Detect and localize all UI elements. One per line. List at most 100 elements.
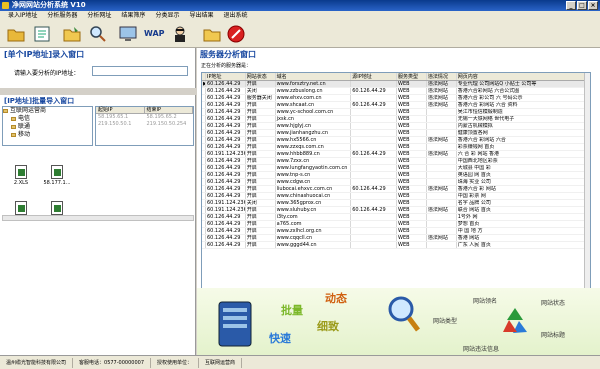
table-cell: 60.191.124.236 [206,207,246,213]
table-cell: WEB [397,158,427,164]
col-violation[interactable]: 违法情况 [427,73,457,80]
minimize-button[interactable]: _ [566,1,576,10]
table-row[interactable]: 60.126.44.29 开启 www.chinashuocai.cn WEB 中国 彩… [202,193,590,200]
monitor-icon[interactable] [118,24,138,44]
open-file-icon[interactable] [62,24,82,44]
close-button[interactable]: × [588,1,598,10]
table-row[interactable]: 58.195.65.1 58.195.65.2 [96,114,193,121]
table-cell: liubocai.ehxvc.com.cn [276,186,352,192]
banner-word: 细致 [317,320,339,333]
tree-item[interactable]: 移动 [3,131,92,139]
table-row[interactable]: 60.126.44.29 开启 www.zxlhcl.org.cn WEB 中 国 地 … [202,228,590,235]
col-content[interactable]: 网页内容 [457,73,590,80]
status-license: 授权使用单位： [151,357,200,368]
table-cell: 香港六合彩网站 六合公式图 [457,88,590,94]
table-row[interactable]: 60.126.44.29 开启 www.gggd44.cn WEB 广东 人民 首页 [202,242,590,249]
table-row[interactable]: 60.126.44.29 开启 www.hx5566.cn WEB 违法网站 香港六合 彩… [202,137,590,144]
label-site-title: 网站标题 [541,332,566,339]
table-cell [427,130,457,136]
table-row[interactable]: 60.126.44.29 开启 www.hjglyj.cn WEB 内蒙古机械模拟 [202,123,590,130]
table-cell: 60.126.44.29 [351,207,397,213]
table-cell: www.cqqcll.cn [276,235,352,241]
table-cell: www.zzbuslong.cn [276,88,352,94]
table-cell: WEB [397,81,427,87]
table-cell [427,144,457,150]
tree-item[interactable]: 电信 [3,115,92,123]
table-cell: 60.191.124.236 [206,151,246,157]
menu-import-ip[interactable]: 录入IP地址 [3,11,42,21]
table-row[interactable]: 60.126.44.29 开启 jxsk.cn WEB 无锡一大铁网络 世代电子 [202,116,590,123]
ip-input[interactable] [92,66,188,76]
horizontal-scrollbar[interactable] [2,215,194,221]
stop-icon[interactable] [226,24,246,44]
col-domain[interactable]: 域名 [276,73,352,80]
menu-classify[interactable]: 分类显示 [150,11,184,21]
col-start-ip[interactable]: 起始IP [96,107,145,113]
table-row[interactable]: 60.126.44.29 开启 liubocai.ehxvc.com.cn 60.12… [202,186,590,193]
tree-root[interactable]: 互联网运营商 [3,107,92,115]
table-row[interactable]: 60.126.44.29 开启 www.zzxqs.com.cn WEB 彩票赚钱网 首… [202,144,590,151]
table-row[interactable]: 60.191.124.236 开启 www.sluhuby.cn 60.126.44.… [202,207,590,214]
label-violation-info: 网站违法信息 [463,346,500,353]
table-cell: 开启 [246,228,276,234]
menu-export[interactable]: 导出结果 [184,11,218,21]
col-service[interactable]: 服务类型 [397,73,427,80]
table-row[interactable]: 60.191.124.236 开启 www.hhbb889.cn 60.126.44.… [202,151,590,158]
table-row[interactable]: 60.126.44.29 开启 a765.com WEB 梦想 首页 [202,221,590,228]
table-row[interactable]: 60.126.44.29 开启 www.shcaat.cn 60.126.44.29 W… [202,102,590,109]
table-cell: WEB [397,235,427,241]
table-row[interactable]: 60.126.44.29 开启 www.cdgw.cn WEB 珠海 实业 公司 [202,179,590,186]
table-cell: 60.126.44.29 [206,95,246,101]
table-row[interactable]: 60.126.44.29 服务器关闭 www.ehxv.com.cn WEB 违法网站香… [202,95,590,102]
maximize-button[interactable]: □ [577,1,587,10]
file-item[interactable]: 2.XLS [6,165,36,195]
folder-icon[interactable] [202,24,222,44]
col-status[interactable]: 网站状态 [246,73,276,80]
menu-analyze-server[interactable]: 分析服务器 [42,11,82,21]
table-row[interactable]: 60.126.44.29 开启 www.cqqcll.cn WEB 违法网站 香港 网站 [202,235,590,242]
table-cell: WEB [397,186,427,192]
table-cell [427,109,457,115]
tree-item[interactable]: 联通 [3,123,92,131]
table-cell: www.zzxqs.com.cn [276,144,352,150]
wap-button[interactable]: WAP [144,29,165,38]
table-cell: 珠海 实业 公司 [457,179,590,185]
col-source-ip[interactable]: 源IP地址 [351,73,397,80]
file-item[interactable]: 58.177.1... [42,165,72,195]
table-cell: 开启 [246,165,276,171]
table-row[interactable]: 219.150.50.1 219.150.50.254 [96,121,193,128]
table-cell: WEB [397,95,427,101]
server-title: 服务器分析窗口 [200,50,256,59]
app-icon [2,2,9,9]
table-cell [351,95,397,101]
table-cell: 香港六合 彩网站 六合 [457,137,590,143]
table-row[interactable]: 60.126.44.29 开启 www.jianhangzhu.cn WEB 健康顶置各… [202,130,590,137]
table-row[interactable]: 60.126.44.29 关闭 www.zzbuslong.cn 60.126.44.… [202,88,590,95]
agent-icon[interactable] [170,24,190,44]
table-cell: 60.126.44.29 [351,151,397,157]
menu-bar: 录入IP地址 分析服务器 分析网址 结果筛序 分类显示 导出结果 退出系统 [0,11,600,21]
table-row[interactable]: 60.126.44.29 开启 www.yc-school.com.cn WEB 吴江市… [202,109,590,116]
table-row[interactable]: 60.126.44.29 开启 www.7zxx.cn WEB 中国西北地区彩票 [202,158,590,165]
table-cell [351,165,397,171]
import-list-icon[interactable] [32,24,52,44]
table-row[interactable]: 60.126.44.29 开启 www.lungfangyaotin.com.cn W… [202,165,590,172]
menu-filter-results[interactable]: 结果筛序 [116,11,150,21]
isp-tree[interactable]: 互联网运营商 电信 联通 移动 [2,106,93,146]
table-row[interactable]: 60.126.44.29 开启 www.tnp-s.cn WEB 英语园 网 首页 [202,172,590,179]
table-row[interactable]: ▶60.126.44.29开启www.forsztry.net.cnWEB违法网… [202,81,590,88]
table-cell [351,172,397,178]
col-ip[interactable]: IP地址 [206,73,246,80]
table-row[interactable]: 60.191.124.236 关闭 www.365gprox.cn WEB 名字 品牌 … [202,200,590,207]
col-end-ip[interactable]: 结束IP [145,107,193,113]
server-subtitle: 正在分析的服务器是： [201,63,252,69]
table-row[interactable]: 60.126.44.29 开启 i3ty.com WEB 1号外 网 [202,214,590,221]
table-cell [351,137,397,143]
banner-word: 快速 [269,332,291,345]
table-cell: 60.126.44.29 [206,144,246,150]
menu-exit[interactable]: 退出系统 [218,11,252,21]
menu-analyze-url[interactable]: 分析网址 [82,11,116,21]
ip-range-table[interactable]: 起始IP 结束IP 58.195.65.1 58.195.65.2 219.15… [95,106,194,146]
magnifier-icon[interactable] [88,24,108,44]
open-folder-icon[interactable] [6,24,26,44]
